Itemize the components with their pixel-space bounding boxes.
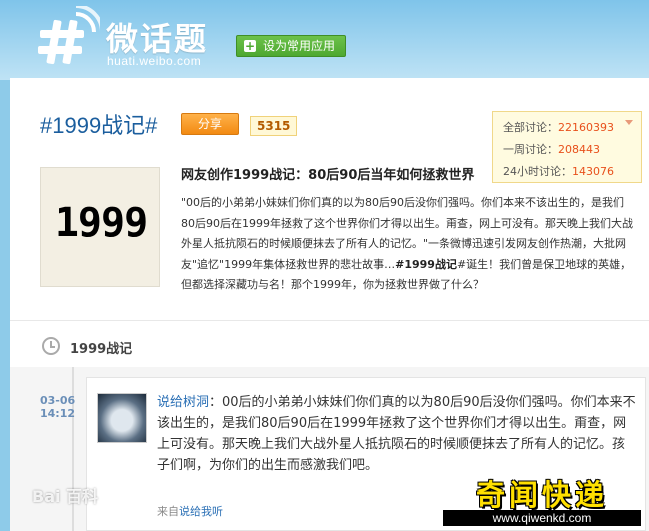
share-button[interactable]: 分享 [181,113,239,135]
stat-total: 全部讨论：22160393 [503,119,614,135]
baike-watermark: Bai 百科 [32,487,99,506]
post-username-link[interactable]: 说给树洞 [157,395,209,410]
post-text: 说给树洞：00后的小弟弟小妹妹们你们真的以为80后90后没你们强吗。你们本来不该… [157,392,637,476]
share-count-badge: 5315 [250,116,298,136]
feed-section-title: 1999战记 [70,342,133,357]
topic-title: #1999战记# [40,113,158,138]
description-hashtag-link[interactable]: #1999战记 [395,258,457,271]
post-source: 来自说给我听 [157,503,223,519]
set-favorite-app-button[interactable]: + 设为常用应用 [236,35,346,57]
discussion-stats: 全部讨论：22160393 一周讨论：208443 24小时讨论：143076 [492,111,642,183]
topic-hash-logo-icon [38,6,100,65]
stat-total-label: 全部讨论： [503,121,558,134]
chevron-down-icon[interactable] [625,120,633,125]
topic-description: "00后的小弟弟小妹妹们你们真的以为80后90后没你们强吗。你们本来不该出生的，… [181,193,636,296]
app-button-label: 设为常用应用 [263,39,336,53]
post-source-label: 来自 [157,505,179,518]
brand-overlay: 奇闻快递 www.qiwenkd.com [443,472,641,527]
stat-week-value: 208443 [558,143,600,156]
clock-icon [42,337,60,355]
stat-day-value: 143076 [572,165,614,178]
stat-day: 24小时讨论：143076 [503,163,614,179]
topic-thumbnail[interactable]: 1999 [40,167,160,287]
stat-week-label: 一周讨论： [503,143,558,156]
avatar[interactable] [97,393,147,443]
post-body: ：00后的小弟弟小妹妹们你们真的以为80后90后没你们强吗。你们本来不该出生的，… [157,395,636,473]
thumbnail-text: 1999 [54,200,148,246]
logo-subtitle: huati.weibo.com [107,54,202,68]
post-source-link[interactable]: 说给我听 [179,505,223,518]
stat-day-label: 24小时讨论： [503,165,572,178]
brand-url: www.qiwenkd.com [443,510,641,526]
section-divider [10,320,649,321]
post-time: 14:12 [40,407,76,420]
brand-name: 奇闻快递 [475,478,608,512]
topic-headline[interactable]: 网友创作1999战记：80后90后当年如何拯救世界 [181,164,495,183]
header-bar: 微话题 huati.weibo.com + 设为常用应用 [0,0,649,80]
plus-icon: + [244,39,256,53]
stat-week: 一周讨论：208443 [503,141,600,157]
stat-total-value: 22160393 [558,121,614,134]
post-date: 03-06 [40,394,76,407]
